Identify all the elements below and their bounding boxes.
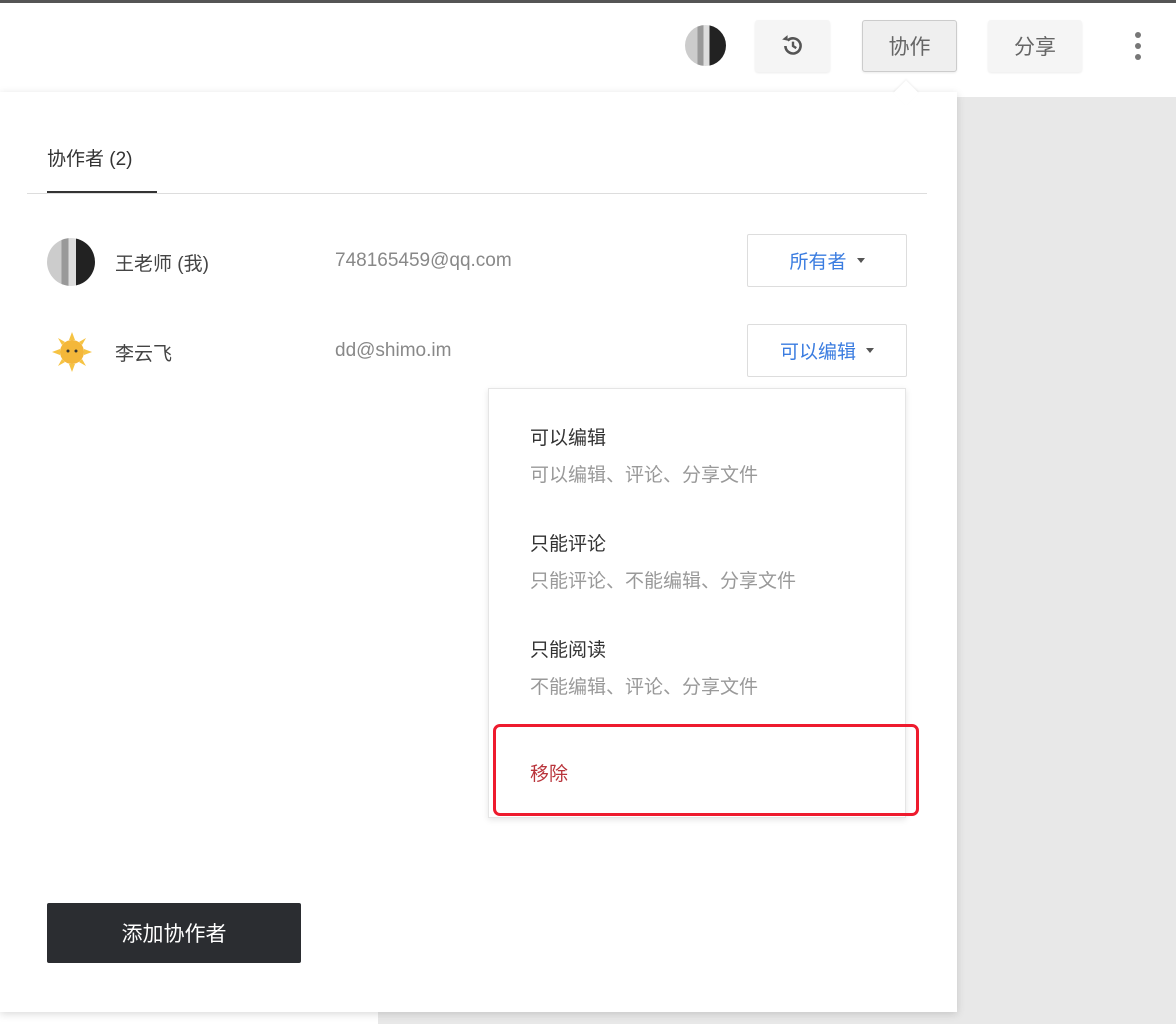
tab-collaborators[interactable]: 协作者 (2) — [47, 144, 133, 171]
collaborator-name: 王老师 (我) — [115, 254, 209, 275]
history-icon — [781, 35, 802, 55]
avatar — [52, 332, 92, 372]
role-dropdown[interactable]: 可以编辑 — [747, 324, 907, 377]
avatar — [47, 238, 95, 286]
menu-item-desc: 可以编辑、评论、分享文件 — [530, 465, 759, 486]
menu-item-desc: 只能评论、不能编辑、分享文件 — [530, 571, 797, 592]
collaborator-name: 李云飞 — [115, 344, 173, 365]
caret-down-icon — [856, 258, 865, 263]
collaborate-button[interactable]: 协作 — [862, 20, 957, 72]
collaborator-email: dd@shimo.im — [335, 340, 452, 361]
menu-item-can-edit[interactable]: 可以编辑可以编辑、评论、分享文件 — [530, 423, 758, 487]
menu-item-read-only[interactable]: 只能阅读不能编辑、评论、分享文件 — [530, 635, 758, 699]
document-background — [940, 97, 1176, 1024]
menu-item-title: 只能阅读 — [530, 640, 607, 661]
share-button[interactable]: 分享 — [988, 20, 1082, 72]
current-user-avatar[interactable] — [685, 25, 726, 66]
role-dropdown[interactable]: 所有者 — [747, 234, 907, 287]
highlight-annotation — [493, 724, 919, 816]
caret-down-icon — [866, 348, 874, 353]
menu-item-desc: 不能编辑、评论、分享文件 — [530, 677, 759, 698]
history-button[interactable] — [755, 20, 830, 72]
add-collaborator-button[interactable]: 添加协作者 — [47, 903, 301, 963]
role-label: 可以编辑 — [779, 342, 856, 363]
tab-divider — [27, 193, 927, 194]
menu-item-title: 可以编辑 — [530, 428, 607, 449]
menu-item-title: 只能评论 — [530, 534, 607, 555]
menu-item-comment-only[interactable]: 只能评论只能评论、不能编辑、分享文件 — [530, 529, 796, 593]
role-label: 所有者 — [789, 252, 847, 273]
collaborator-email: 748165459@qq.com — [335, 250, 512, 271]
more-vertical-icon[interactable] — [1128, 30, 1148, 64]
